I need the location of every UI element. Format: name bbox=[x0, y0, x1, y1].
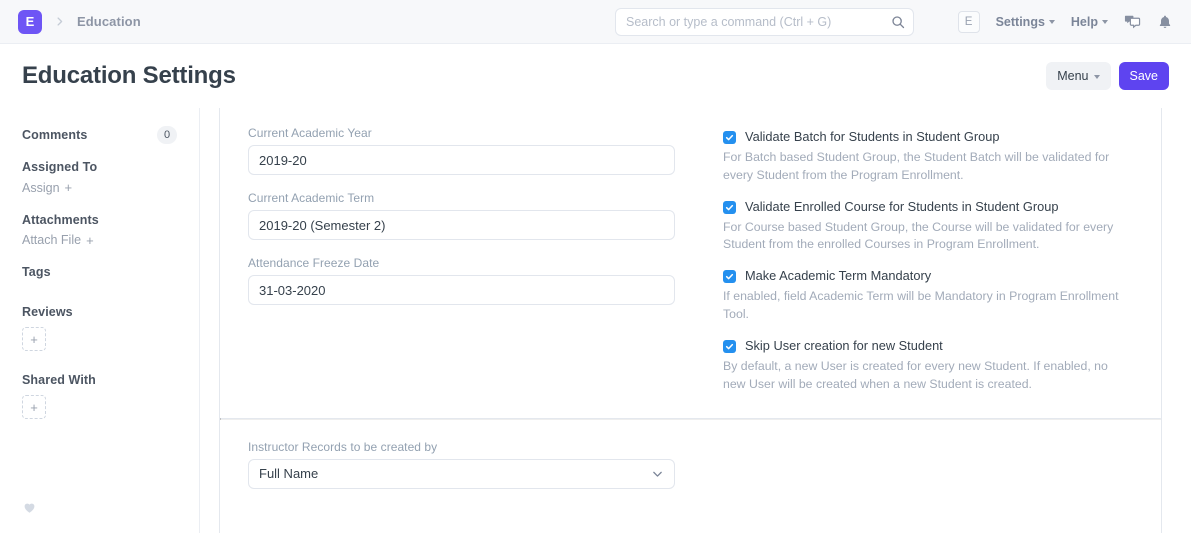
breadcrumb-education[interactable]: Education bbox=[77, 14, 141, 29]
page-title: Education Settings bbox=[22, 62, 236, 90]
checkbox-checked-icon[interactable] bbox=[723, 201, 736, 214]
sidebar: Comments 0 Assigned To Assign + Attachme… bbox=[0, 108, 200, 533]
notification-bell-icon[interactable] bbox=[1157, 14, 1173, 30]
checkbox-skip-user-creation: Skip User creation for new Student By de… bbox=[723, 338, 1133, 394]
checkbox-description: By default, a new User is created for ev… bbox=[723, 358, 1133, 394]
field-label: Attendance Freeze Date bbox=[248, 256, 693, 270]
page-actions: Menu Save bbox=[1046, 62, 1169, 90]
form-left-column: Current Academic Year Current Academic T… bbox=[248, 126, 703, 408]
heart-icon[interactable] bbox=[22, 500, 37, 515]
attach-file-label: Attach File bbox=[22, 233, 81, 247]
shared-with-label: Shared With bbox=[22, 373, 177, 387]
plus-icon: + bbox=[86, 233, 94, 248]
sidebar-section-comments: Comments 0 bbox=[22, 126, 177, 144]
attach-file-button[interactable]: Attach File + bbox=[22, 233, 94, 248]
chat-bubbles-icon[interactable] bbox=[1124, 13, 1141, 30]
tags-label: Tags bbox=[22, 265, 177, 279]
field-label: Current Academic Year bbox=[248, 126, 693, 140]
sidebar-section-shared-with: Shared With + bbox=[22, 373, 177, 419]
sidebar-section-attachments: Attachments Attach File + bbox=[22, 213, 177, 250]
add-share-button[interactable]: + bbox=[22, 395, 46, 419]
field-current-academic-term: Current Academic Term bbox=[248, 191, 693, 240]
app-logo[interactable]: E bbox=[18, 10, 42, 34]
checkbox-description: For Batch based Student Group, the Stude… bbox=[723, 149, 1133, 185]
menu-button-label: Menu bbox=[1057, 69, 1088, 83]
checkbox-validate-enrolled-course: Validate Enrolled Course for Students in… bbox=[723, 199, 1133, 255]
chevron-down-icon bbox=[1102, 20, 1108, 24]
checkbox-checked-icon[interactable] bbox=[723, 340, 736, 353]
checkbox-checked-icon[interactable] bbox=[723, 131, 736, 144]
help-dropdown[interactable]: Help bbox=[1071, 15, 1108, 29]
sidebar-section-tags: Tags bbox=[22, 265, 177, 279]
settings-dropdown[interactable]: Settings bbox=[996, 15, 1055, 29]
checkbox-checked-icon[interactable] bbox=[723, 270, 736, 283]
chevron-down-icon bbox=[1049, 20, 1055, 24]
breadcrumb-chevron-icon bbox=[52, 16, 67, 27]
plus-icon: + bbox=[65, 180, 73, 195]
field-instructor-records-created-by: Instructor Records to be created by bbox=[248, 440, 675, 489]
field-attendance-freeze-date: Attendance Freeze Date bbox=[248, 256, 693, 305]
checkbox-validate-batch: Validate Batch for Students in Student G… bbox=[723, 129, 1133, 185]
main-content: Current Academic Year Current Academic T… bbox=[200, 108, 1191, 533]
menu-button[interactable]: Menu bbox=[1046, 62, 1110, 90]
save-button[interactable]: Save bbox=[1119, 62, 1170, 90]
navbar: E Education E Settings Help bbox=[0, 0, 1191, 44]
chevron-down-icon bbox=[1094, 75, 1100, 79]
sidebar-section-reviews: Reviews + bbox=[22, 305, 177, 351]
help-label: Help bbox=[1071, 15, 1098, 29]
checkbox-label[interactable]: Validate Enrolled Course for Students in… bbox=[745, 199, 1058, 215]
field-label: Instructor Records to be created by bbox=[248, 440, 675, 454]
avatar[interactable]: E bbox=[958, 11, 980, 33]
page-header: Education Settings Menu Save bbox=[0, 44, 1191, 108]
current-academic-year-input[interactable] bbox=[248, 145, 675, 175]
search-input[interactable] bbox=[615, 8, 914, 36]
navbar-right: E Settings Help bbox=[958, 11, 1173, 33]
navbar-left: E Education bbox=[18, 10, 141, 34]
field-label: Current Academic Term bbox=[248, 191, 693, 205]
comments-count-badge: 0 bbox=[157, 126, 177, 144]
settings-primary-section: Current Academic Year Current Academic T… bbox=[220, 108, 1161, 418]
settings-form-card: Current Academic Year Current Academic T… bbox=[219, 108, 1162, 533]
checkbox-label[interactable]: Skip User creation for new Student bbox=[745, 338, 943, 354]
attendance-freeze-date-input[interactable] bbox=[248, 275, 675, 305]
form-right-column: Validate Batch for Students in Student G… bbox=[703, 126, 1133, 408]
checkbox-label[interactable]: Validate Batch for Students in Student G… bbox=[745, 129, 999, 145]
checkbox-description: For Course based Student Group, the Cour… bbox=[723, 219, 1133, 255]
settings-label: Settings bbox=[996, 15, 1045, 29]
instructor-records-select[interactable] bbox=[248, 459, 675, 489]
assign-button[interactable]: Assign + bbox=[22, 180, 72, 195]
checkbox-make-academic-term-mandatory: Make Academic Term Mandatory If enabled,… bbox=[723, 268, 1133, 324]
assigned-to-label: Assigned To bbox=[22, 160, 177, 174]
comments-label[interactable]: Comments bbox=[22, 128, 87, 142]
checkbox-description: If enabled, field Academic Term will be … bbox=[723, 288, 1133, 324]
sidebar-section-assigned-to: Assigned To Assign + bbox=[22, 160, 177, 197]
field-current-academic-year: Current Academic Year bbox=[248, 126, 693, 175]
add-review-button[interactable]: + bbox=[22, 327, 46, 351]
reviews-label: Reviews bbox=[22, 305, 177, 319]
settings-instructor-section: Instructor Records to be created by bbox=[220, 420, 1161, 505]
checkbox-label[interactable]: Make Academic Term Mandatory bbox=[745, 268, 931, 284]
page-body: Comments 0 Assigned To Assign + Attachme… bbox=[0, 108, 1191, 533]
current-academic-term-input[interactable] bbox=[248, 210, 675, 240]
navbar-search-container bbox=[615, 8, 914, 36]
assign-label: Assign bbox=[22, 181, 60, 195]
attachments-label: Attachments bbox=[22, 213, 177, 227]
